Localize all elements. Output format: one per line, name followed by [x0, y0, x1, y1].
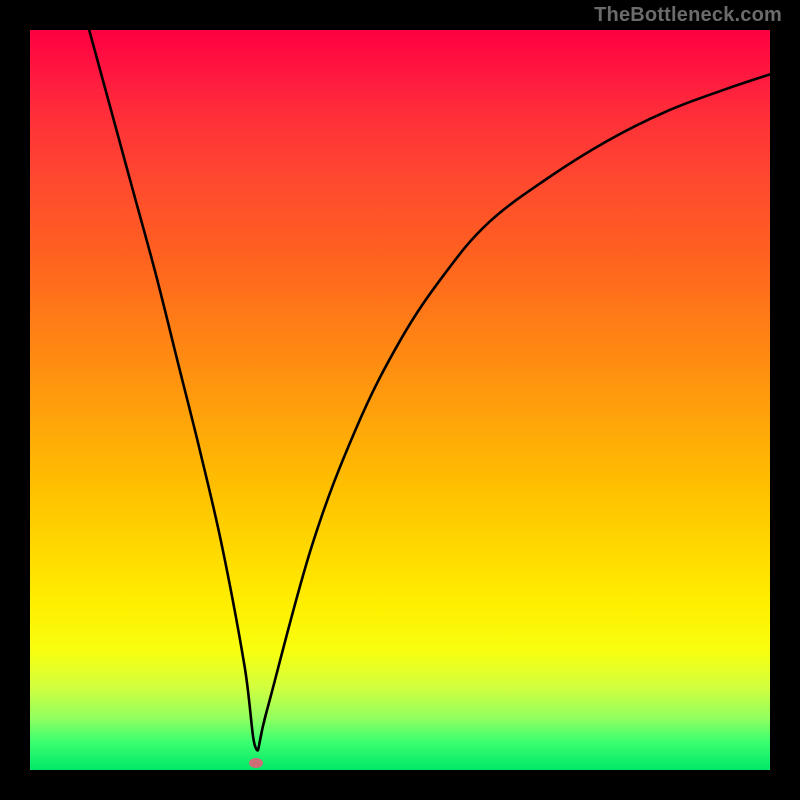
optimal-point-marker: [249, 758, 263, 768]
background-gradient: [30, 30, 770, 770]
watermark-text: TheBottleneck.com: [594, 4, 782, 27]
plot-area: [30, 30, 770, 770]
chart-frame: TheBottleneck.com: [0, 0, 800, 800]
